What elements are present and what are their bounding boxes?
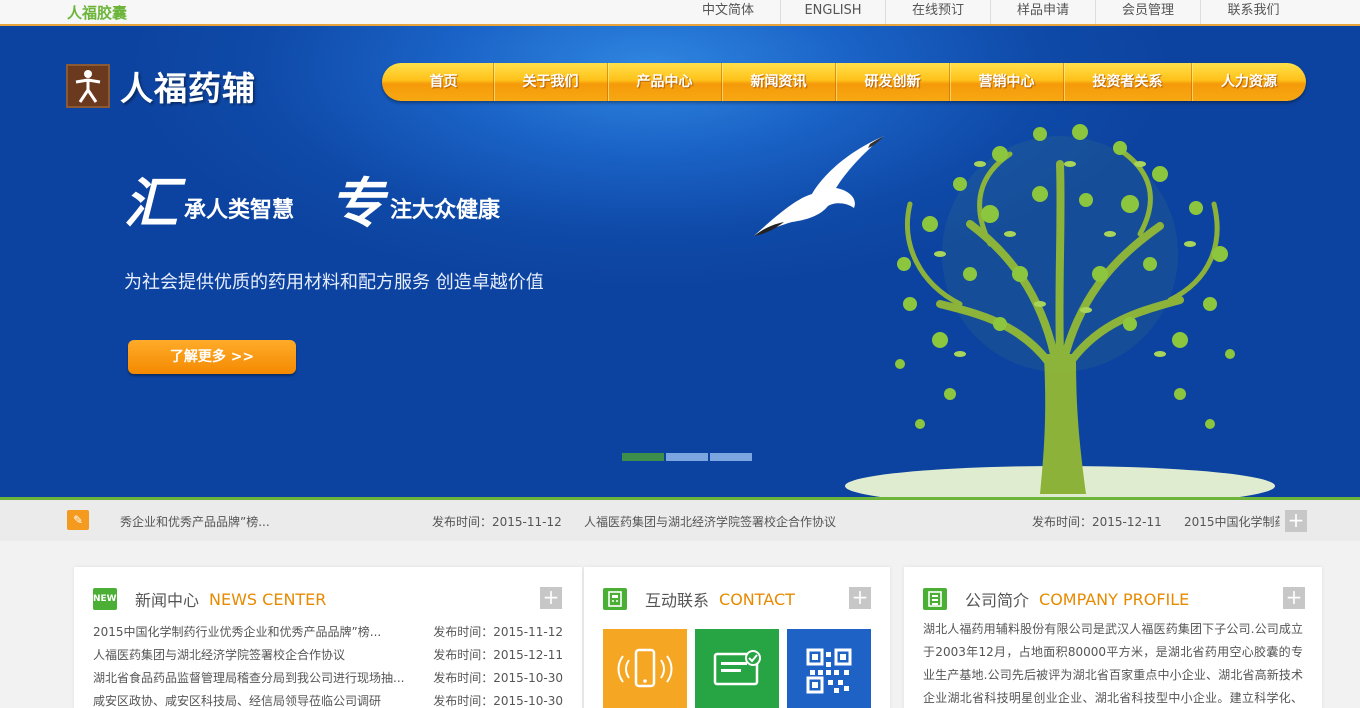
hero-banner: 人福药辅 首页 关于我们 产品中心 新闻资讯 研发创新 营销中心 投资者关系 人… bbox=[0, 26, 1360, 498]
news-more-button[interactable]: + bbox=[540, 587, 562, 609]
contact-title-en: CONTACT bbox=[719, 589, 795, 609]
top-link-member[interactable]: 会员管理 bbox=[1096, 0, 1201, 24]
news-title[interactable]: 湖北省食品药品监督管理局稽查分局到我公司进行现场抽... bbox=[93, 667, 413, 690]
top-link-sample-request[interactable]: 样品申请 bbox=[991, 0, 1096, 24]
banner-slogan: 汇 承人类智慧 专 注大众健康 bbox=[124, 176, 500, 230]
mobile-phone-icon bbox=[617, 648, 673, 688]
ticker-item[interactable]: 人福医药集团与湖北经济学院签署校企合作协议 bbox=[584, 513, 836, 530]
news-list: 2015中国化学制药行业优秀企业和优秀产品品牌”榜... 发布时间：2015-1… bbox=[93, 621, 563, 708]
news-title[interactable]: 咸安区政协、咸安区科技局、经信局领导莅临公司调研 bbox=[93, 690, 413, 708]
top-link-chinese[interactable]: 中文简体 bbox=[676, 0, 781, 24]
top-links: 中文简体 ENGLISH 在线预订 样品申请 会员管理 联系我们 bbox=[676, 0, 1306, 24]
list-item[interactable]: 2015中国化学制药行业优秀企业和优秀产品品牌”榜... 发布时间：2015-1… bbox=[93, 621, 563, 644]
building-icon bbox=[923, 588, 947, 610]
nav-rnd[interactable]: 研发创新 bbox=[836, 63, 950, 101]
apple-tree-icon bbox=[845, 124, 1275, 498]
calligraphy-char-2: 专 bbox=[330, 171, 385, 235]
qr-code-icon bbox=[806, 648, 852, 694]
learn-more-button[interactable]: 了解更多 >> bbox=[128, 340, 296, 374]
slogan-part-1: 承人类智慧 bbox=[184, 198, 295, 223]
screen-check-icon bbox=[713, 650, 761, 686]
company-profile-text: 湖北人福药用辅料股份有限公司是武汉人福医药集团下子公司.公司成立于2003年12… bbox=[923, 622, 1303, 705]
news-title[interactable]: 2015中国化学制药行业优秀企业和优秀产品品牌”榜... bbox=[93, 621, 413, 644]
company-profile-title-cn: 公司简介 bbox=[965, 591, 1030, 610]
news-date: 发布时间：2015-12-11 bbox=[433, 648, 563, 662]
news-ticker: ✎ 秀企业和优秀产品品牌”榜... 发布时间：2015-11-12 人福医药集团… bbox=[0, 500, 1360, 541]
online-message-tile[interactable] bbox=[695, 629, 779, 708]
slide-dot-3[interactable] bbox=[710, 453, 752, 461]
qr-code-tile[interactable] bbox=[787, 629, 871, 708]
slide-dot-2[interactable] bbox=[666, 453, 708, 461]
calligraphy-char-1: 汇 bbox=[124, 171, 178, 235]
profile-more-button[interactable]: + bbox=[1283, 587, 1305, 609]
company-profile-panel: 公司简介 COMPANY PROFILE + 湖北人福药用辅料股份有限公司是武汉… bbox=[904, 567, 1322, 708]
contact-tiles bbox=[603, 629, 879, 708]
nav-about[interactable]: 关于我们 bbox=[494, 63, 608, 101]
top-link-english[interactable]: ENGLISH bbox=[781, 0, 886, 24]
mobile-contact-tile[interactable] bbox=[603, 629, 687, 708]
list-item[interactable]: 人福医药集团与湖北经济学院签署校企合作协议 发布时间：2015-12-11 bbox=[93, 644, 563, 667]
top-link-online-booking[interactable]: 在线预订 bbox=[886, 0, 991, 24]
news-date: 发布时间：2015-11-12 bbox=[433, 625, 563, 639]
news-center-panel: NEWS 新闻中心 NEWS CENTER + 2015中国化学制药行业优秀企业… bbox=[74, 567, 582, 708]
news-date: 发布时间：2015-10-30 bbox=[433, 694, 563, 708]
ticker-date: 发布时间：2015-11-12 bbox=[432, 515, 562, 529]
company-profile-header: 公司简介 COMPANY PROFILE bbox=[923, 587, 1189, 611]
ticker-more-button[interactable]: + bbox=[1285, 510, 1307, 532]
contact-more-button[interactable]: + bbox=[849, 587, 871, 609]
banner-subtitle: 为社会提供优质的药用材料和配方服务 创造卓越价值 bbox=[124, 272, 544, 293]
list-item[interactable]: 湖北省食品药品监督管理局稽查分局到我公司进行现场抽... 发布时间：2015-1… bbox=[93, 667, 563, 690]
news-center-header: NEWS 新闻中心 NEWS CENTER bbox=[93, 587, 326, 611]
logo-text: 人福药辅 bbox=[120, 69, 256, 108]
nav-marketing[interactable]: 营销中心 bbox=[950, 63, 1064, 101]
news-date: 发布时间：2015-10-30 bbox=[433, 671, 563, 685]
contact-title-cn: 互动联系 bbox=[645, 591, 710, 610]
brand-link[interactable]: 人福胶囊 bbox=[67, 2, 127, 23]
nav-home[interactable]: 首页 bbox=[394, 63, 494, 101]
nav-investors[interactable]: 投资者关系 bbox=[1064, 63, 1192, 101]
edit-icon: ✎ bbox=[67, 510, 89, 530]
nav-news[interactable]: 新闻资讯 bbox=[722, 63, 836, 101]
news-center-title-cn: 新闻中心 bbox=[135, 591, 200, 610]
logo-person-icon bbox=[66, 64, 110, 108]
top-link-contact[interactable]: 联系我们 bbox=[1201, 0, 1306, 24]
ticker-item[interactable]: 2015中国化学制药 bbox=[1184, 513, 1280, 530]
news-center-title-en: NEWS CENTER bbox=[209, 589, 327, 609]
top-bar: 人福胶囊 中文简体 ENGLISH 在线预订 样品申请 会员管理 联系我们 bbox=[0, 0, 1360, 26]
slide-dot-1[interactable] bbox=[622, 453, 664, 461]
main-nav: 首页 关于我们 产品中心 新闻资讯 研发创新 营销中心 投资者关系 人力资源 bbox=[382, 63, 1306, 101]
ticker-date: 发布时间：2015-12-11 bbox=[1032, 515, 1162, 529]
news-icon: NEWS bbox=[93, 588, 123, 610]
contact-header: 互动联系 CONTACT bbox=[603, 587, 795, 611]
contact-panel: 互动联系 CONTACT + bbox=[584, 567, 890, 708]
company-profile-title-en: COMPANY PROFILE bbox=[1039, 589, 1190, 609]
site-logo[interactable]: 人福药辅 bbox=[66, 62, 256, 110]
slogan-part-2: 注大众健康 bbox=[390, 198, 501, 223]
phone-book-icon bbox=[603, 588, 627, 610]
nav-hr[interactable]: 人力资源 bbox=[1192, 63, 1306, 101]
news-title[interactable]: 人福医药集团与湖北经济学院签署校企合作协议 bbox=[93, 644, 413, 667]
ticker-item[interactable]: 秀企业和优秀产品品牌”榜... bbox=[120, 513, 270, 530]
list-item[interactable]: 咸安区政协、咸安区科技局、经信局领导莅临公司调研 发布时间：2015-10-30 bbox=[93, 690, 563, 708]
nav-products[interactable]: 产品中心 bbox=[608, 63, 722, 101]
slide-indicators bbox=[622, 453, 754, 461]
